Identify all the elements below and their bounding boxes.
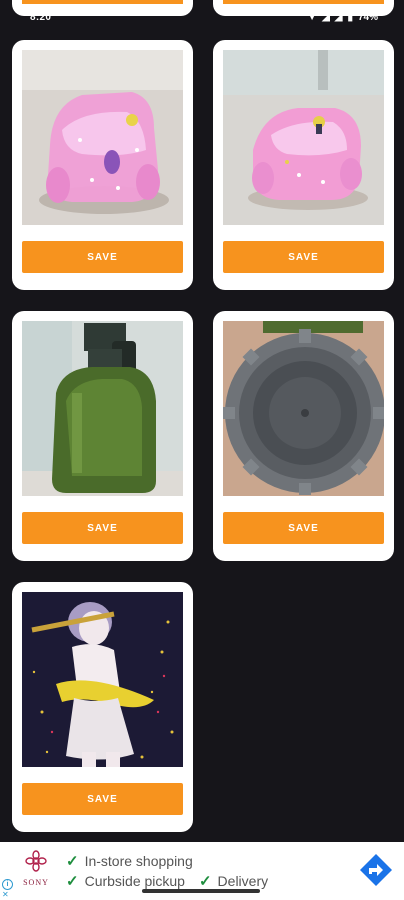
save-button[interactable]: SAVE	[22, 783, 183, 815]
card-image[interactable]	[223, 321, 384, 496]
save-button[interactable]: SAVE	[22, 241, 183, 273]
card-image[interactable]	[22, 50, 183, 225]
signal-icon: ◢	[322, 12, 330, 23]
card-image[interactable]	[22, 321, 183, 496]
save-button[interactable]: SAVE	[22, 512, 183, 544]
krishna-statue-image	[22, 592, 183, 767]
checkmark-icon: ✓	[198, 873, 212, 890]
gray-bottle-cap-image	[223, 321, 384, 496]
checkmark-icon: ✓	[66, 853, 79, 870]
save-button[interactable]: SAVE	[223, 512, 384, 544]
image-card: SAVE	[12, 311, 193, 561]
status-icons: ▼ ◢ ◢ ▮ 74%	[307, 12, 378, 23]
ad-info-icon[interactable]: i	[2, 879, 13, 890]
pink-resin-car-angle-image	[223, 50, 384, 225]
card-image[interactable]	[22, 592, 183, 767]
ad-line-1: ✓ In-store shopping	[66, 852, 193, 870]
pink-resin-car-image	[22, 50, 183, 225]
image-card: SAVE	[12, 582, 193, 832]
ad-brand-name: SONY	[23, 878, 49, 887]
battery-icon: ▮	[347, 12, 353, 23]
home-indicator[interactable]	[142, 889, 260, 893]
status-bar: 8:20 ▼ ◢ ◢ ▮ 74%	[0, 0, 404, 28]
status-time: 8:20	[30, 12, 52, 23]
ad-feature-text: Delivery	[217, 873, 269, 889]
directions-arrow-icon[interactable]	[358, 852, 394, 888]
flower-logo-icon	[25, 850, 47, 872]
card-image[interactable]	[223, 50, 384, 225]
checkmark-icon: ✓	[66, 873, 79, 890]
green-pump-bottle-image	[22, 321, 183, 496]
image-card: SAVE	[12, 40, 193, 290]
ad-feature-text: Curbside pickup	[84, 873, 185, 889]
battery-level: 74%	[357, 12, 378, 23]
save-button[interactable]: SAVE	[223, 241, 384, 273]
ad-close-icon[interactable]: ✕	[2, 891, 9, 899]
ad-feature-text: In-store shopping	[84, 853, 193, 869]
ad-brand-logo[interactable]: SONY	[14, 850, 58, 890]
ad-line-2: ✓ Curbside pickup ✓ Delivery	[66, 872, 268, 890]
image-card: SAVE	[213, 40, 394, 290]
signal-icon-2: ◢	[334, 12, 343, 23]
image-card: SAVE	[213, 311, 394, 561]
wifi-icon: ▼	[307, 12, 318, 23]
